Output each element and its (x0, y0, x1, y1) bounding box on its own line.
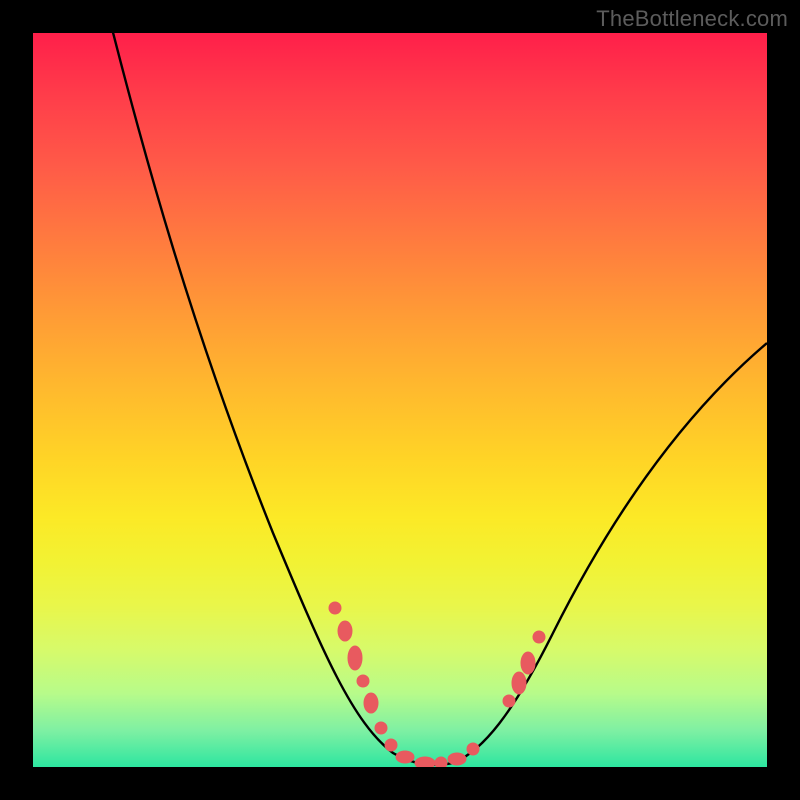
curve-markers (329, 602, 545, 767)
chart-frame: TheBottleneck.com (0, 0, 800, 800)
bottleneck-curve-svg (33, 33, 767, 767)
watermark-text: TheBottleneck.com (596, 6, 788, 32)
bottleneck-curve (103, 33, 767, 765)
chart-plot-area (33, 33, 767, 767)
